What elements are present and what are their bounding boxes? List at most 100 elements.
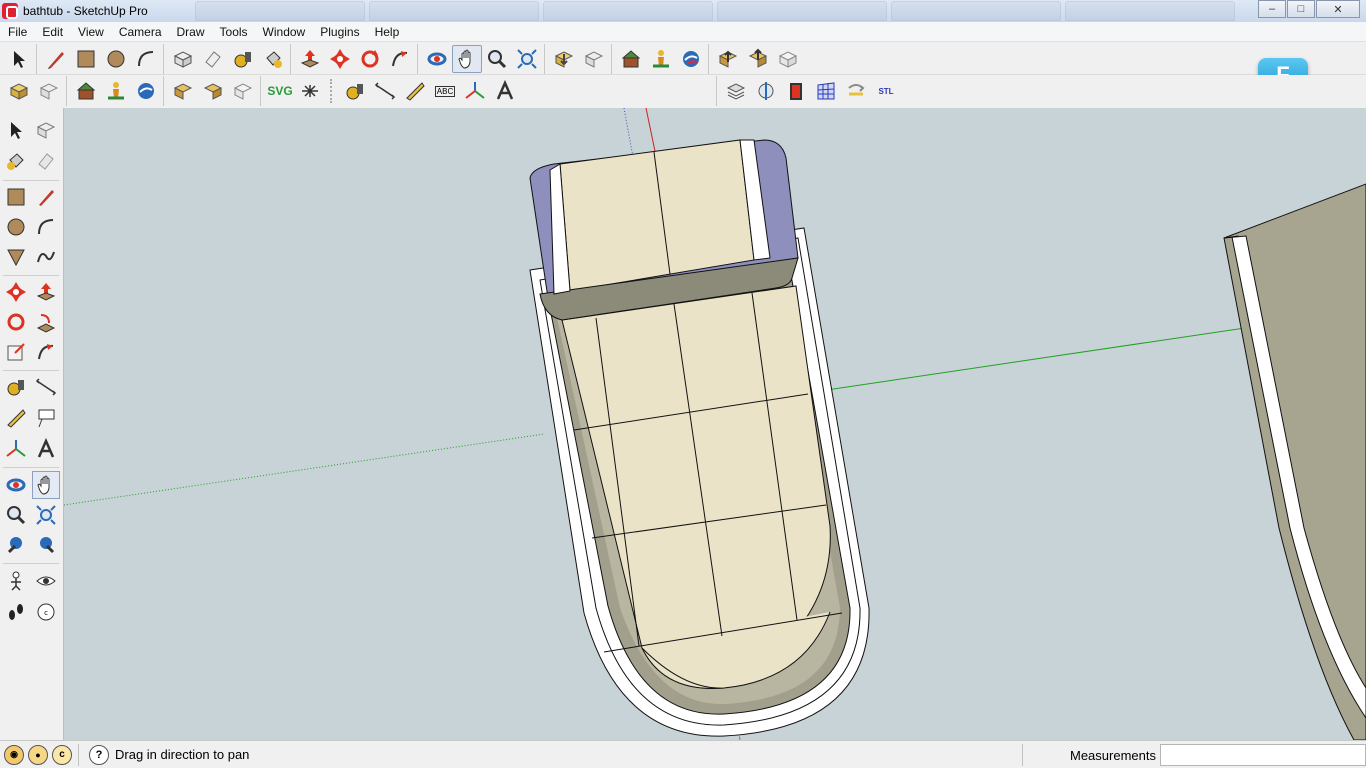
look-around-left-icon[interactable] [32,567,60,595]
menu-edit[interactable]: Edit [34,25,70,39]
stl-export-icon[interactable]: STL [871,77,901,105]
arc-left-icon[interactable] [32,213,60,241]
3d-text-icon[interactable] [490,77,520,105]
offset-left-icon[interactable] [32,338,60,366]
rotate-left-icon[interactable] [2,308,30,336]
follow-me-icon[interactable] [385,45,415,73]
move-left-icon[interactable] [2,278,30,306]
zoom-extents-icon[interactable] [512,45,542,73]
door-window-icon[interactable] [781,77,811,105]
orbit-left-icon[interactable] [2,471,30,499]
3d-text-left-icon[interactable] [32,435,60,463]
menu-draw[interactable]: Draw [169,25,212,39]
scale-left-icon[interactable] [2,338,30,366]
protractor-left-icon[interactable] [2,404,30,432]
menu-camera[interactable]: Camera [111,25,169,39]
credits-icon[interactable]: ● [28,744,48,765]
section-plane-left-icon[interactable]: c [32,598,60,626]
sketchup-app-icon[interactable] [2,3,18,19]
google-earth-icon[interactable] [676,45,706,73]
protractor-icon[interactable] [400,77,430,105]
follow-me-left-icon[interactable] [32,308,60,336]
paint-bucket-icon[interactable] [258,45,288,73]
menu-window[interactable]: Window [255,25,313,39]
section-plane-icon[interactable] [751,77,781,105]
measurements-input[interactable] [1160,744,1366,766]
paint-bucket-left-icon[interactable] [2,147,30,175]
pencil-line-tool-icon[interactable] [41,45,71,73]
add-location-icon[interactable] [616,45,646,73]
pan-left-icon[interactable] [32,471,60,499]
geo-location-icon[interactable]: ◉ [4,744,24,765]
copyright-icon[interactable]: c [52,744,72,765]
zoom-tool-icon[interactable] [482,45,512,73]
eraser-tool-icon[interactable] [198,45,228,73]
add-person-icon[interactable] [646,45,676,73]
tape-left-icon[interactable] [2,373,30,401]
upload-component-icon[interactable] [198,77,228,105]
maximize-button[interactable]: □ [1287,0,1315,18]
get-models-icon[interactable] [549,45,579,73]
rotate-scale-icon[interactable] [841,77,871,105]
push-pull-icon[interactable] [295,45,325,73]
freehand-left-icon[interactable] [32,243,60,271]
dimension-left-icon[interactable] [32,373,60,401]
title-bar: bathtub - SketchUp Pro – □ ✕ [0,0,1366,22]
zoom-window-left-icon[interactable] [32,501,60,529]
eraser-left-icon[interactable] [32,147,60,175]
walk-left-icon[interactable] [2,598,30,626]
close-button[interactable]: ✕ [1316,0,1360,18]
line-left-icon[interactable] [32,183,60,211]
rotate-tool-icon[interactable] [355,45,385,73]
rectangle-left-icon[interactable] [2,183,30,211]
menu-view[interactable]: View [70,25,111,39]
tape-measure-2-icon[interactable] [340,77,370,105]
circle-tool-icon[interactable] [101,45,131,73]
extension-warehouse-icon[interactable] [773,45,803,73]
position-camera-left-icon[interactable] [2,567,30,595]
layers-icon[interactable] [721,77,751,105]
tape-measure-icon[interactable] [228,45,258,73]
mosquito-plugin-icon[interactable] [295,77,325,105]
menu-help[interactable]: Help [367,25,407,39]
share-model-2-icon[interactable] [34,77,64,105]
circle-left-icon[interactable] [2,213,30,241]
make-component-icon[interactable] [168,45,198,73]
extension-icon[interactable] [228,77,258,105]
axes-tool-icon[interactable] [460,77,490,105]
menu-plugins[interactable]: Plugins [312,25,366,39]
share-component-icon[interactable] [743,45,773,73]
polygon-left-icon[interactable] [2,243,30,271]
minimize-button[interactable]: – [1258,0,1286,18]
grid-icon[interactable] [811,77,841,105]
get-models-3-icon[interactable] [4,77,34,105]
previous-view-left-icon[interactable] [2,531,30,559]
rectangle-tool-icon[interactable] [71,45,101,73]
help-icon[interactable]: ? [89,744,109,765]
make-component-left-icon[interactable] [32,116,60,144]
google-earth-2-icon[interactable] [131,77,161,105]
download-component-icon[interactable] [168,77,198,105]
text-tool-icon[interactable]: ABC [430,77,460,105]
drawing-viewport[interactable] [64,108,1366,740]
pan-hand-tool-icon[interactable] [452,44,482,73]
select-tool-icon[interactable] [4,45,34,73]
share-model-icon[interactable] [579,45,609,73]
menu-file[interactable]: File [0,25,34,39]
dimension-tool-icon[interactable] [370,77,400,105]
menu-tools[interactable]: Tools [212,25,255,39]
select-left-icon[interactable] [2,116,30,144]
add-person-2-icon[interactable] [101,77,131,105]
axes-left-icon[interactable] [2,435,30,463]
get-models-2-icon[interactable] [713,45,743,73]
arc-tool-icon[interactable] [131,45,161,73]
add-location-2-icon[interactable] [71,77,101,105]
sections-toolbar-group [0,76,64,106]
text-left-icon[interactable] [32,404,60,432]
svg-export-icon[interactable]: SVG [265,77,295,105]
move-tool-icon[interactable] [325,45,355,73]
push-pull-left-icon[interactable] [32,278,60,306]
zoom-extents-left-icon[interactable] [32,531,60,559]
zoom-left-icon[interactable] [2,501,30,529]
orbit-tool-icon[interactable] [422,45,452,73]
